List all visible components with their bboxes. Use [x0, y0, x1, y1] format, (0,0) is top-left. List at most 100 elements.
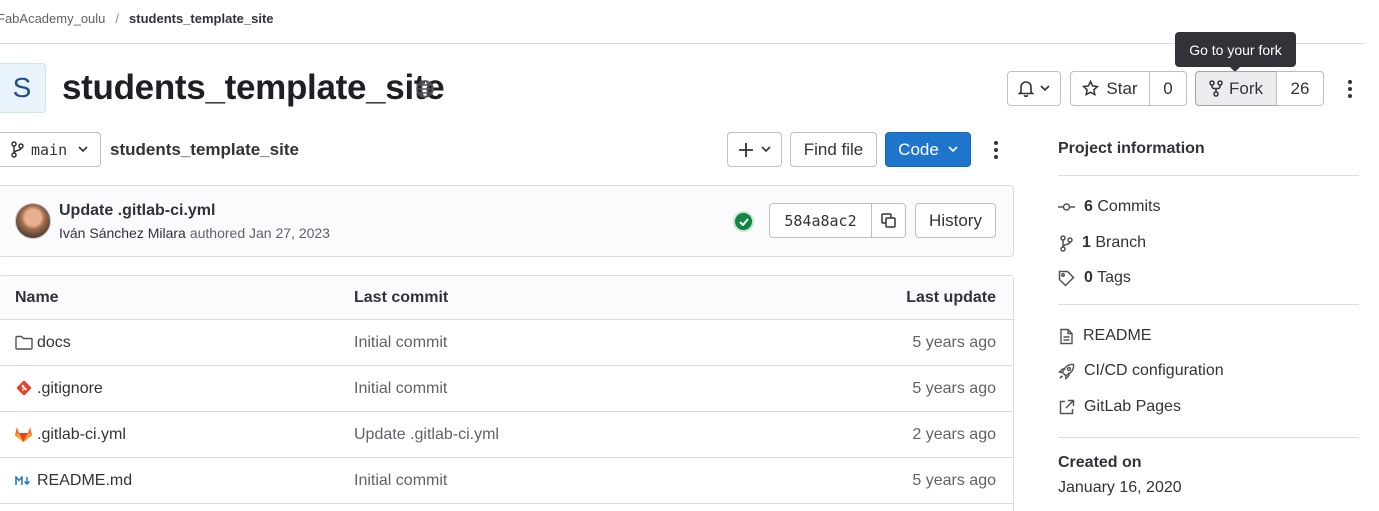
header-name: Name — [15, 289, 59, 306]
fork-label: Fork — [1229, 78, 1263, 98]
header-last-commit: Last commit — [354, 289, 449, 306]
sidebar-link-readme[interactable]: README — [1058, 327, 1151, 345]
fork-tooltip: Go to your fork — [1175, 32, 1296, 67]
fork-icon — [1209, 80, 1223, 97]
sidebar-divider — [1058, 304, 1359, 305]
markdown-icon — [15, 476, 32, 486]
commit-byline: Iván Sánchez Milara authored Jan 27, 202… — [59, 225, 330, 241]
tags-label: Tags — [1097, 269, 1131, 286]
project-avatar[interactable]: S — [0, 63, 46, 113]
bell-icon — [1018, 80, 1034, 97]
header-last-update: Last update — [906, 289, 996, 306]
chevron-down-icon — [760, 146, 771, 153]
avatar[interactable] — [15, 203, 51, 239]
branch-icon — [1060, 234, 1073, 252]
copy-icon — [881, 213, 896, 228]
branch-count: 1 — [1082, 234, 1091, 251]
created-on-date: January 16, 2020 — [1058, 479, 1182, 496]
table-row[interactable]: docs Initial commit 5 years ago — [0, 320, 1013, 365]
file-updated: 2 years ago — [912, 426, 996, 443]
check-icon — [738, 217, 749, 226]
vertical-ellipsis-icon — [994, 141, 998, 159]
pages-link-label: GitLab Pages — [1084, 398, 1181, 415]
table-row[interactable]: README.md Initial commit 5 years ago — [0, 458, 1013, 503]
project-title: students_template_site — [62, 68, 445, 107]
repo-path[interactable]: students_template_site — [110, 140, 299, 160]
repo-more-actions[interactable] — [986, 138, 1006, 162]
add-dropdown[interactable] — [727, 132, 782, 167]
file-name[interactable]: docs — [37, 334, 71, 352]
find-file-button[interactable]: Find file — [790, 132, 877, 167]
plus-icon — [738, 142, 753, 157]
commit-message[interactable]: Update .gitlab-ci.yml — [59, 202, 215, 220]
file-updated: 5 years ago — [912, 380, 996, 397]
commits-label: Commits — [1097, 198, 1161, 215]
branch-label: Branch — [1095, 234, 1147, 251]
file-name[interactable]: .gitlab-ci.yml — [37, 426, 126, 444]
gitlab-icon — [14, 425, 33, 443]
file-commit[interactable]: Initial commit — [354, 380, 447, 398]
file-updated: 5 years ago — [912, 472, 996, 489]
star-count[interactable]: 0 — [1149, 71, 1187, 106]
tags-count: 0 — [1084, 269, 1093, 286]
folder-icon — [15, 335, 33, 350]
table-row[interactable]: .gitignore Initial commit 5 years ago — [0, 366, 1013, 411]
vertical-ellipsis-icon — [1348, 80, 1352, 98]
breadcrumb-separator: / — [115, 11, 120, 26]
project-avatar-letter: S — [12, 72, 32, 103]
sidebar-divider — [1058, 437, 1359, 438]
notifications-dropdown[interactable] — [1007, 71, 1061, 106]
breadcrumb: FabAcademy_oulu / students_template_site — [0, 11, 274, 26]
copy-sha-button[interactable] — [871, 203, 906, 238]
commits-count: 6 — [1084, 198, 1093, 215]
chevron-down-icon — [1040, 85, 1050, 92]
breadcrumb-group-link[interactable]: FabAcademy_oulu — [0, 11, 105, 26]
commit-author[interactable]: Iván Sánchez Milara — [59, 225, 186, 241]
branch-selector[interactable]: main — [0, 132, 101, 167]
sidebar-link-pages[interactable]: GitLab Pages — [1058, 398, 1181, 416]
readme-link-label: README — [1083, 327, 1152, 344]
chevron-down-icon — [948, 146, 958, 153]
git-icon — [16, 380, 32, 396]
cicd-link-label: CI/CD configuration — [1084, 362, 1224, 379]
file-name[interactable]: README.md — [37, 472, 132, 490]
table-header — [0, 276, 1013, 319]
fork-tooltip-text: Go to your fork — [1189, 41, 1282, 58]
sidebar-item-tags[interactable]: 0 Tags — [1058, 269, 1131, 287]
globe-icon — [415, 79, 435, 99]
branch-name: main — [31, 140, 68, 159]
sidebar-title: Project information — [1058, 140, 1205, 157]
row-divider — [0, 503, 1014, 504]
file-commit[interactable]: Initial commit — [354, 334, 447, 352]
history-button[interactable]: History — [915, 203, 996, 238]
file-updated: 5 years ago — [912, 334, 996, 351]
chevron-down-icon — [78, 146, 88, 153]
fork-button[interactable]: Fork — [1195, 71, 1277, 106]
commit-icon — [1058, 202, 1075, 212]
commit-sha-button[interactable]: 584a8ac2 — [769, 203, 872, 238]
star-label: Star — [1106, 78, 1138, 98]
code-dropdown[interactable]: Code — [885, 132, 971, 167]
commit-authored-date: authored Jan 27, 2023 — [189, 225, 330, 241]
star-icon — [1082, 80, 1100, 97]
rocket-icon — [1058, 363, 1075, 380]
branch-icon — [11, 141, 24, 158]
document-icon — [1059, 328, 1074, 345]
tag-icon — [1058, 270, 1075, 287]
file-commit[interactable]: Update .gitlab-ci.yml — [354, 426, 499, 444]
file-name[interactable]: .gitignore — [37, 380, 103, 398]
table-row[interactable]: .gitlab-ci.yml Update .gitlab-ci.yml 2 y… — [0, 412, 1013, 457]
sidebar-item-commits[interactable]: 6 Commits — [1058, 198, 1160, 216]
sidebar-link-cicd[interactable]: CI/CD configuration — [1058, 362, 1224, 380]
pipeline-status-icon[interactable] — [733, 211, 754, 232]
code-label: Code — [898, 139, 939, 159]
project-more-actions[interactable] — [1340, 77, 1360, 101]
external-link-icon — [1058, 399, 1075, 416]
header-divider — [0, 43, 1364, 44]
sidebar-divider — [1058, 175, 1359, 176]
star-button[interactable]: Star — [1070, 71, 1150, 106]
file-commit[interactable]: Initial commit — [354, 472, 447, 490]
breadcrumb-project-link[interactable]: students_template_site — [129, 11, 274, 26]
sidebar-item-branches[interactable]: 1 Branch — [1058, 234, 1146, 252]
fork-count[interactable]: 26 — [1276, 71, 1324, 106]
